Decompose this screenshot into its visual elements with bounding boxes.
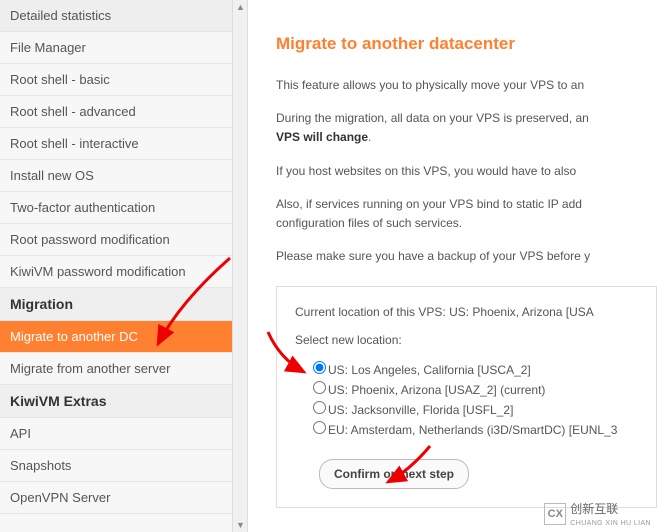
watermark-logo-icon: CX: [544, 503, 566, 525]
location-radio-label: EU: Amsterdam, Netherlands (i3D/SmartDC)…: [328, 423, 617, 437]
sidebar-section: KiwiVM Extras: [0, 385, 247, 418]
sidebar-item[interactable]: Two-factor authentication: [0, 192, 247, 224]
location-radio-label: US: Phoenix, Arizona [USAZ_2] (current): [328, 383, 545, 397]
location-radio[interactable]: [313, 421, 326, 434]
page-title: Migrate to another datacenter: [276, 34, 657, 54]
sidebar-item[interactable]: Root shell - basic: [0, 64, 247, 96]
scroll-down-icon[interactable]: ▼: [236, 520, 245, 530]
watermark: CX 创新互联 CHUANG XIN HU LIAN: [544, 500, 651, 528]
sidebar-item[interactable]: Root password modification: [0, 224, 247, 256]
sidebar-item[interactable]: Detailed statistics: [0, 0, 247, 32]
location-radio[interactable]: [313, 401, 326, 414]
intro-paragraph-2: During the migration, all data on your V…: [276, 109, 657, 147]
location-option[interactable]: EU: Amsterdam, Netherlands (i3D/SmartDC)…: [313, 421, 638, 437]
para2-text-a: During the migration, all data on your V…: [276, 111, 589, 125]
location-option[interactable]: US: Los Angeles, California [USCA_2]: [313, 361, 638, 377]
intro-paragraph-3: If you host websites on this VPS, you wo…: [276, 162, 657, 181]
intro-paragraph-1: This feature allows you to physically mo…: [276, 76, 657, 95]
location-radio-label: US: Jacksonville, Florida [USFL_2]: [328, 403, 513, 417]
sidebar-item[interactable]: Root shell - advanced: [0, 96, 247, 128]
sidebar-item[interactable]: File Manager: [0, 32, 247, 64]
sidebar-section: Migration: [0, 288, 247, 321]
location-radio-group: US: Los Angeles, California [USCA_2] US: …: [295, 361, 638, 437]
migration-panel: Current location of this VPS: US: Phoeni…: [276, 286, 657, 508]
location-radio-label: US: Los Angeles, California [USCA_2]: [328, 363, 531, 377]
sidebar-item[interactable]: Migrate from another server: [0, 353, 247, 385]
select-location-label: Select new location:: [295, 333, 638, 347]
location-option[interactable]: US: Jacksonville, Florida [USFL_2]: [313, 401, 638, 417]
sidebar: ▲ ▼ Detailed statisticsFile ManagerRoot …: [0, 0, 248, 532]
intro-paragraph-5: Please make sure you have a backup of yo…: [276, 247, 657, 266]
sidebar-item[interactable]: Root shell - interactive: [0, 128, 247, 160]
sidebar-item[interactable]: Snapshots: [0, 450, 247, 482]
sidebar-item[interactable]: OpenVPN Server: [0, 482, 247, 514]
scroll-up-icon[interactable]: ▲: [236, 2, 245, 12]
sidebar-item[interactable]: Migrate to another DC: [0, 321, 247, 353]
watermark-brand: 创新互联: [570, 502, 618, 516]
sidebar-scrollbar[interactable]: ▲ ▼: [232, 0, 247, 532]
location-radio[interactable]: [313, 381, 326, 394]
current-location-label: Current location of this VPS: US: Phoeni…: [295, 305, 638, 319]
sidebar-item[interactable]: API: [0, 418, 247, 450]
para2-bold: VPS will change: [276, 130, 368, 144]
location-radio[interactable]: [313, 361, 326, 374]
sidebar-item[interactable]: Install new OS: [0, 160, 247, 192]
confirm-button[interactable]: Confirm on next step: [319, 459, 469, 489]
location-option[interactable]: US: Phoenix, Arizona [USAZ_2] (current): [313, 381, 638, 397]
intro-paragraph-4: Also, if services running on your VPS bi…: [276, 195, 657, 233]
main-content: Migrate to another datacenter This featu…: [248, 0, 657, 532]
watermark-sub: CHUANG XIN HU LIAN: [570, 520, 651, 527]
sidebar-item[interactable]: KiwiVM password modification: [0, 256, 247, 288]
